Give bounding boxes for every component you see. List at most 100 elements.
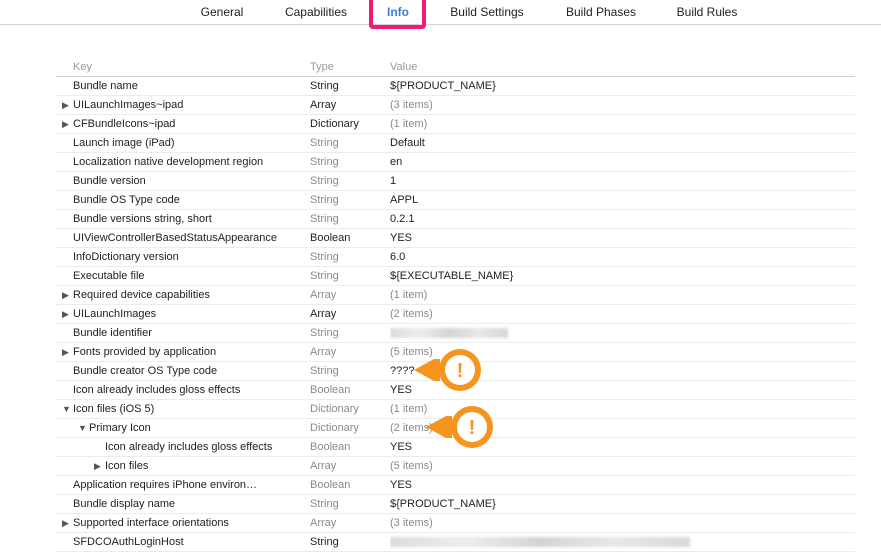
row-value[interactable]: 6.0 [390, 248, 850, 266]
row-key[interactable]: Icon already includes gloss effects [56, 381, 306, 399]
row-type[interactable]: String [310, 153, 388, 171]
table-row[interactable]: ▶ UILaunchImages Array (2 items) [56, 305, 855, 324]
row-value[interactable]: (3 items) [390, 96, 850, 114]
row-key[interactable]: UILaunchImages~ipad [56, 96, 306, 114]
row-key[interactable]: Bundle versions string, short [56, 210, 306, 228]
tab-build-phases[interactable]: Build Phases [558, 0, 644, 24]
row-type[interactable]: String [310, 191, 388, 209]
row-key[interactable]: Icon already includes gloss effects [56, 438, 306, 456]
row-key[interactable]: Icon files [56, 457, 306, 475]
table-row[interactable]: InfoDictionary version String 6.0 [56, 248, 855, 267]
svg-text:!: ! [469, 417, 476, 439]
row-key[interactable]: Icon files (iOS 5) [56, 400, 306, 418]
table-row[interactable]: Bundle version String 1 [56, 172, 855, 191]
row-key[interactable]: Launch image (iPad) [56, 134, 306, 152]
row-type[interactable]: Boolean [310, 229, 388, 247]
row-type[interactable]: String [310, 362, 388, 380]
row-type[interactable]: Dictionary [310, 400, 388, 418]
table-row[interactable]: ▶ UILaunchImages~ipad Array (3 items) [56, 96, 855, 115]
table-row[interactable]: UIViewControllerBasedStatusAppearance Boo… [56, 229, 855, 248]
row-type[interactable]: Boolean [310, 438, 388, 456]
row-key[interactable]: InfoDictionary version [56, 248, 306, 266]
row-key[interactable]: Fonts provided by application [56, 343, 306, 361]
row-value[interactable]: (1 item) [390, 286, 850, 304]
row-type[interactable]: Array [310, 343, 388, 361]
table-row[interactable]: Localization native development region St… [56, 153, 855, 172]
column-header-key[interactable]: Key [56, 58, 323, 76]
table-row[interactable]: Bundle versions string, short String 0.2.1 [56, 210, 855, 229]
row-type[interactable]: Array [310, 457, 388, 475]
table-row[interactable]: ▶ Required device capabilities Array (1 ite… [56, 286, 855, 305]
table-row[interactable]: SFDCOAuthLoginHost String [56, 533, 855, 552]
row-type[interactable]: String [310, 267, 388, 285]
row-value[interactable] [390, 324, 850, 342]
column-header-value[interactable]: Value [390, 58, 850, 76]
table-row[interactable]: Launch image (iPad) String Default [56, 134, 855, 153]
row-type[interactable]: Array [310, 96, 388, 114]
tab-general[interactable]: General [190, 0, 254, 24]
row-value[interactable]: (1 item) [390, 115, 850, 133]
table-row[interactable]: ▶ CFBundleIcons~ipad Dictionary (1 item) [56, 115, 855, 134]
row-value[interactable]: APPL [390, 191, 850, 209]
row-value[interactable] [390, 533, 850, 551]
row-type[interactable]: String [310, 172, 388, 190]
row-type[interactable]: String [310, 495, 388, 513]
row-value[interactable]: ${EXECUTABLE_NAME} [390, 267, 850, 285]
row-key[interactable]: UIViewControllerBasedStatusAppearance [56, 229, 306, 247]
svg-text:!: ! [457, 360, 464, 382]
row-type[interactable]: Array [310, 514, 388, 532]
row-type[interactable]: Dictionary [310, 115, 388, 133]
row-value[interactable]: en [390, 153, 850, 171]
table-row[interactable]: Application requires iPhone environ… Bool… [56, 476, 855, 495]
row-type[interactable]: String [310, 77, 388, 95]
row-type[interactable]: String [310, 134, 388, 152]
row-value[interactable]: 1 [390, 172, 850, 190]
table-row[interactable]: ▶ Icon files Array (5 items) [56, 457, 855, 476]
row-key[interactable]: Executable file [56, 267, 306, 285]
row-key[interactable]: Bundle name [56, 77, 306, 95]
row-key[interactable]: Bundle creator OS Type code [56, 362, 306, 380]
row-type[interactable]: String [310, 533, 388, 551]
row-value[interactable]: YES [390, 476, 850, 494]
row-key[interactable]: Bundle OS Type code [56, 191, 306, 209]
row-key[interactable]: Application requires iPhone environ… [56, 476, 306, 494]
table-row[interactable]: ▶ Supported interface orientations Array (3… [56, 514, 855, 533]
row-key[interactable]: Bundle identifier [56, 324, 306, 342]
row-type[interactable]: Array [310, 286, 388, 304]
table-row[interactable]: Bundle display name String ${PRODUCT_NAME} [56, 495, 855, 514]
row-type[interactable]: Boolean [310, 476, 388, 494]
row-key[interactable]: Required device capabilities [56, 286, 306, 304]
table-row[interactable]: Executable file String ${EXECUTABLE_NAME} [56, 267, 855, 286]
column-header-type[interactable]: Type [310, 58, 388, 76]
row-value[interactable]: ${PRODUCT_NAME} [390, 495, 850, 513]
row-value[interactable]: ${PRODUCT_NAME} [390, 77, 850, 95]
table-row[interactable]: Bundle OS Type code String APPL [56, 191, 855, 210]
tab-capabilities[interactable]: Capabilities [276, 0, 356, 24]
table-row[interactable]: Bundle identifier String [56, 324, 855, 343]
row-type[interactable]: Dictionary [310, 419, 388, 437]
row-value[interactable]: YES [390, 229, 850, 247]
tab-bar: General Capabilities Info Build Settings… [0, 0, 881, 29]
row-value[interactable]: 0.2.1 [390, 210, 850, 228]
row-value[interactable]: Default [390, 134, 850, 152]
row-type[interactable]: String [310, 210, 388, 228]
row-key[interactable]: UILaunchImages [56, 305, 306, 323]
row-key[interactable]: CFBundleIcons~ipad [56, 115, 306, 133]
row-type[interactable]: String [310, 324, 388, 342]
row-value[interactable]: (2 items) [390, 305, 850, 323]
tab-build-rules[interactable]: Build Rules [668, 0, 746, 24]
row-type[interactable]: Array [310, 305, 388, 323]
row-key[interactable]: Primary Icon [56, 419, 306, 437]
row-key[interactable]: Supported interface orientations [56, 514, 306, 532]
warning-callout-icon: ! [426, 406, 493, 448]
row-key[interactable]: Localization native development region [56, 153, 306, 171]
row-value[interactable]: (5 items) [390, 457, 850, 475]
row-type[interactable]: Boolean [310, 381, 388, 399]
row-key[interactable]: Bundle version [56, 172, 306, 190]
row-key[interactable]: SFDCOAuthLoginHost [56, 533, 306, 551]
row-key[interactable]: Bundle display name [56, 495, 306, 513]
row-type[interactable]: String [310, 248, 388, 266]
tab-build-settings[interactable]: Build Settings [440, 0, 534, 24]
row-value[interactable]: (3 items) [390, 514, 850, 532]
table-row[interactable]: Bundle name String ${PRODUCT_NAME} [56, 77, 855, 96]
